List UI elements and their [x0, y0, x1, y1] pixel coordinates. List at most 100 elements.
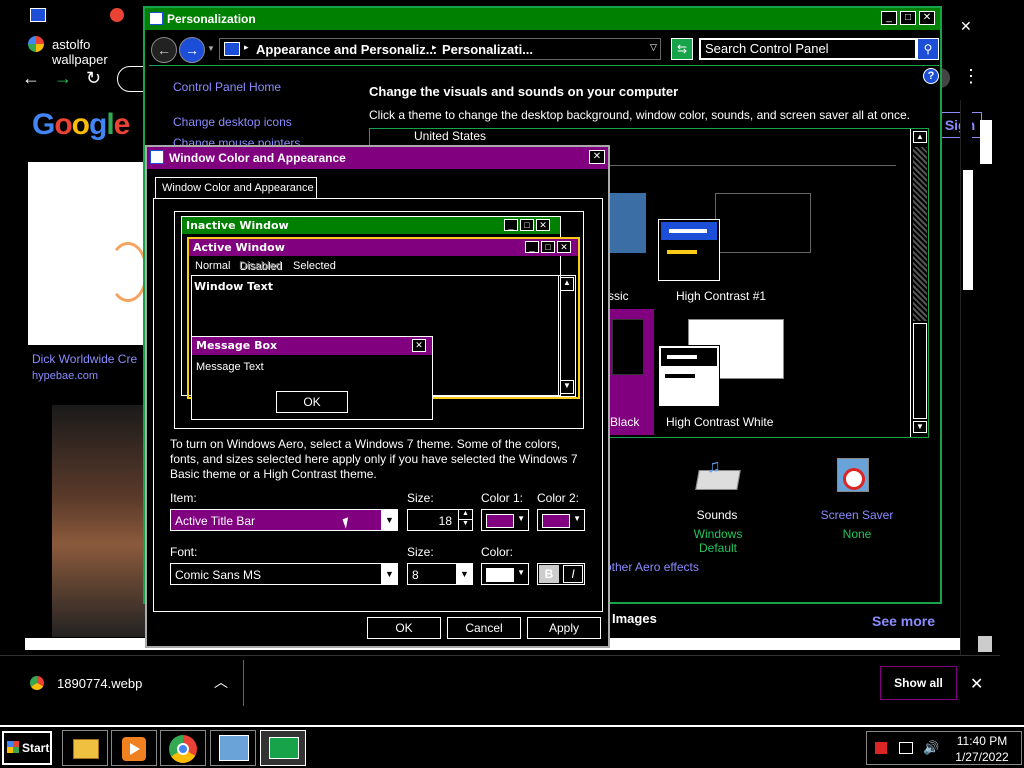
screensaver-icon[interactable] [835, 456, 873, 496]
forward-arrow-icon[interactable]: → [54, 68, 72, 89]
theme-label-classic: ssic [608, 289, 629, 303]
start-button[interactable]: Start [2, 731, 52, 765]
image-result-thumbnail[interactable] [28, 162, 148, 345]
network-icon[interactable] [899, 742, 913, 754]
explorer-taskbar-icon[interactable] [62, 730, 108, 766]
back-arrow-icon[interactable]: ← [22, 68, 40, 89]
font-dropdown-arrow-icon[interactable]: ▼ [381, 564, 397, 584]
recent-pages-chevron-icon[interactable]: ▼ [207, 44, 215, 53]
item-dropdown-arrow-icon[interactable]: ▼ [381, 510, 397, 530]
chrome-tab[interactable]: astolfo wallpaper [8, 30, 148, 67]
volume-icon[interactable]: 🔊 [923, 740, 939, 756]
scrollbar-thumb[interactable] [963, 170, 973, 290]
breadcrumb-bar[interactable]: ▸ Appearance and Personaliz... ▸ Persona… [219, 38, 661, 60]
page-heading: Change the visuals and sounds on your co… [369, 84, 679, 99]
color1-picker[interactable]: ▼ [481, 509, 529, 531]
back-button[interactable]: ← [151, 37, 177, 63]
chrome-taskbar-icon[interactable] [160, 730, 206, 766]
dialog-title-bar[interactable]: Window Color and Appearance ✕ [147, 147, 608, 169]
theme-list-scrollbar[interactable]: ▲ ▼ [910, 129, 928, 437]
see-more-link[interactable]: See more [872, 613, 935, 629]
theme-thumb-classic[interactable] [608, 193, 646, 253]
size-spinner[interactable]: 18 ▲ ▼ [407, 509, 473, 531]
font-size-dropdown[interactable]: 8 ▼ [407, 563, 473, 585]
downloads-close-icon[interactable]: ✕ [970, 674, 983, 694]
font-dropdown[interactable]: Comic Sans MS ▼ [170, 563, 398, 585]
size-up-arrow-icon[interactable]: ▲ [458, 510, 472, 520]
screensaver-link[interactable]: Screen Saver [817, 508, 897, 522]
tab-window-color[interactable]: Window Color and Appearance [155, 177, 317, 199]
downloads-divider [243, 660, 244, 706]
chrome-small-icon[interactable] [110, 8, 124, 22]
theme-thumb-hcwhite[interactable] [658, 345, 720, 407]
breadcrumb-appearance[interactable]: Appearance and Personaliz... [256, 42, 437, 57]
sounds-link[interactable]: Sounds [677, 508, 757, 522]
cancel-button[interactable]: Cancel [447, 617, 521, 639]
color1-arrow-icon[interactable]: ▼ [517, 514, 525, 523]
download-filename[interactable]: 1890774.webp [57, 676, 142, 691]
font-color-arrow-icon[interactable]: ▼ [517, 568, 525, 577]
action-center-icon[interactable] [875, 742, 887, 754]
color2-picker[interactable]: ▼ [537, 509, 585, 531]
search-input[interactable]: Search Control Panel [699, 38, 917, 60]
chrome-tab-title: astolfo wallpaper [52, 37, 108, 67]
appearance-preview[interactable]: Inactive Window _ □ ✕ Active Window _ □ … [174, 211, 584, 429]
help-icon[interactable]: ? [923, 68, 939, 84]
side-scroll-thumb[interactable] [980, 120, 992, 164]
preview-message-box[interactable]: Message Box ✕ Message Text OK [191, 336, 433, 420]
size-down-arrow-icon[interactable]: ▼ [458, 520, 472, 530]
screensaver-value[interactable]: None [817, 527, 897, 541]
images-section-label: Images [612, 611, 657, 626]
sidebar-desktop-icons[interactable]: Change desktop icons [173, 115, 292, 129]
sounds-icon[interactable]: ♫ [695, 456, 741, 496]
image-result-photo[interactable] [52, 405, 145, 637]
minimize-button[interactable]: _ [881, 11, 897, 25]
media-player-taskbar-icon[interactable] [111, 730, 157, 766]
control-panel-taskbar-icon[interactable] [210, 730, 256, 766]
theme-thumb-hc1[interactable] [658, 219, 720, 281]
close-button[interactable]: ✕ [919, 11, 935, 25]
reload-icon[interactable]: ↻ [86, 68, 101, 89]
theme-thumb-hc1-bg[interactable] [715, 193, 811, 253]
ok-button[interactable]: OK [367, 617, 441, 639]
clock-date[interactable]: 1/27/2022 [947, 750, 1017, 764]
scroll-thumb[interactable] [913, 323, 927, 419]
personalization-taskbar-icon[interactable] [260, 730, 306, 766]
search-icon[interactable]: ⚲ [917, 38, 939, 60]
download-chevron-up-icon[interactable]: ︿ [214, 672, 228, 692]
sidebar-control-panel-home[interactable]: Control Panel Home [173, 80, 281, 94]
color1-swatch [486, 514, 514, 528]
font-color-picker[interactable]: ▼ [481, 563, 529, 585]
font-size-arrow-icon[interactable]: ▼ [456, 564, 472, 584]
aero-info-text: To turn on Windows Aero, select a Window… [170, 437, 578, 481]
forward-button[interactable]: → [179, 37, 205, 63]
result-source[interactable]: hypebae.com [32, 370, 98, 382]
result-title-link[interactable]: Dick Worldwide Cre [32, 352, 137, 366]
control-panel-icon [149, 12, 163, 25]
color2-arrow-icon[interactable]: ▼ [573, 514, 581, 523]
apply-button[interactable]: Apply [527, 617, 601, 639]
chrome-close-button[interactable]: ✕ [960, 18, 972, 35]
aero-effects-link[interactable]: other Aero effects [605, 560, 699, 574]
pinned-app-icon[interactable] [30, 8, 46, 22]
bold-toggle[interactable]: B [539, 565, 559, 583]
item-dropdown[interactable]: Active Title Bar ▼ [170, 509, 398, 531]
preview-menu-disabled: Disabled [239, 260, 282, 272]
personalization-title-bar[interactable]: Personalization _ □ ✕ [145, 8, 940, 30]
dialog-close-button[interactable]: ✕ [589, 150, 605, 164]
google-logo[interactable]: Google [32, 108, 130, 142]
refresh-icon[interactable]: ⇆ [671, 38, 693, 60]
chrome-scrollbar[interactable] [960, 100, 973, 660]
preview-ok-button: OK [276, 391, 348, 413]
address-dropdown-icon[interactable]: ▽ [650, 42, 657, 53]
sounds-value[interactable]: Windows Default [675, 527, 761, 555]
maximize-button[interactable]: □ [900, 11, 916, 25]
chrome-menu-icon[interactable]: ⋮ [962, 66, 980, 87]
scroll-track[interactable] [913, 147, 927, 321]
clock-time[interactable]: 11:40 PM [947, 734, 1017, 748]
theme-group-header: United States [414, 129, 487, 143]
italic-toggle[interactable]: I [563, 565, 583, 583]
show-all-button[interactable]: Show all [880, 666, 957, 700]
preview-scrollbar: ▲ ▼ [558, 276, 575, 396]
breadcrumb-personalization[interactable]: Personalizati... [442, 42, 533, 57]
